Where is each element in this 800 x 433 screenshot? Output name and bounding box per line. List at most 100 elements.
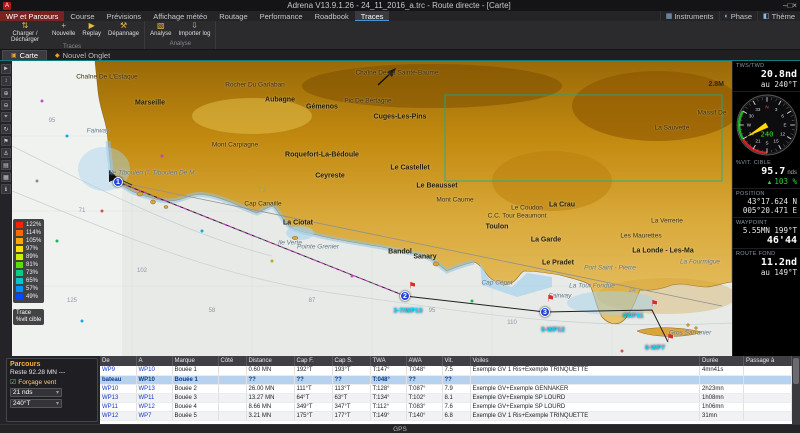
table-row[interactable]: WP13WP11Bouée 313.27 MN64°T63°TT:134°T:1… [100, 393, 792, 402]
column-header-voiles[interactable]: Voiles [470, 356, 700, 366]
table-cell [470, 375, 700, 384]
menu-button-instruments[interactable]: ▦Instruments [660, 11, 719, 21]
parcours-panel: Parcours Reste 92.28 MN --- ☑ Forçage ve… [6, 358, 98, 422]
ribbon-button-label: Replay [82, 31, 101, 37]
scale-entry-label: 105% [26, 238, 41, 244]
table-cell [744, 366, 792, 375]
ribbon-items: ⇅Charger / Décharger +Nouvelle ▶Replay ⚒Dép… [4, 22, 140, 44]
refresh-icon[interactable]: ↻ [1, 124, 11, 134]
doc-tab-nouvel-onglet[interactable]: ◆Nouvel Onglet [47, 50, 118, 60]
ribbon-button-replay[interactable]: ▶Replay [81, 22, 102, 37]
menu-button-th-me[interactable]: ◧Thème [757, 11, 800, 21]
ribbon-button-charger-d-charger[interactable]: ⇅Charger / Décharger [4, 22, 46, 44]
column-header-distance[interactable]: Distance [246, 356, 294, 366]
waypoint-marker[interactable]: 2 [400, 291, 410, 301]
document-tabs: ▣Carte◆Nouvel Onglet [2, 50, 118, 60]
ribbon-button-importer-log[interactable]: ⇩Importer log [177, 22, 211, 37]
table-row[interactable]: WP11WP12Bouée 48.66 MN349°T347°TT:112°T:… [100, 402, 792, 411]
table-row[interactable]: bateauWP10Bouée 1??????T:048°???? [100, 375, 792, 384]
column-header-cap-s[interactable]: Cap S. [332, 356, 370, 366]
table-cell [744, 402, 792, 411]
pan-icon[interactable]: ↕ [1, 76, 11, 86]
menu-button-phase[interactable]: ◐Phase [719, 11, 758, 21]
table-cell: ?? [332, 375, 370, 384]
table-cell: Bouée 1 [172, 375, 218, 384]
table-scrollbar[interactable] [792, 356, 800, 424]
zoom-out-icon[interactable]: ⊖ [1, 100, 11, 110]
column-header-a[interactable]: A [136, 356, 172, 366]
trace-color-scale: 122%114%105%97%89%81%73%65%57%49% [13, 219, 44, 303]
scale-entry-label: 73% [26, 270, 38, 276]
gps-status: GPS [393, 426, 407, 433]
table-cell: T:134° [370, 393, 406, 402]
doc-tab-carte[interactable]: ▣Carte [2, 50, 47, 60]
column-header-awa[interactable]: AWA [406, 356, 442, 366]
anchor-icon[interactable]: ⚓ [1, 148, 11, 158]
table-row[interactable]: WP12WP7Bouée 53.21 MN175°T177°TT:149°T:1… [100, 411, 792, 420]
ribbon-button-nouvelle[interactable]: +Nouvelle [51, 22, 76, 37]
ribbon-button-analyse[interactable]: ▧Analyse [149, 22, 172, 37]
scale-entry-label: 57% [26, 286, 38, 292]
ribbon-button-d-pannage[interactable]: ⚒Dépannage [107, 22, 140, 37]
target-speed-value: 95.7 [761, 166, 785, 177]
menu-tab-performance[interactable]: Performance [254, 11, 309, 21]
table-cell: WP10 [100, 384, 136, 393]
close-button[interactable]: × [792, 1, 797, 10]
table-row[interactable]: WP10WP13Bouée 226.00 MN111°T113°TT:128°T… [100, 384, 792, 393]
table-cell: T:112° [370, 402, 406, 411]
menu-tab-wp-et-parcours[interactable]: WP et Parcours [0, 11, 64, 21]
scale-entry-label: 65% [26, 278, 38, 284]
column-header-marque[interactable]: Marque [172, 356, 218, 366]
ribbon-group-label: Traces [4, 44, 140, 50]
wind-speed-input[interactable]: 21 nds ▾ [10, 388, 62, 397]
chart-area[interactable]: Chaîne De L'EstaqueMarseilleRocher Du Ga… [12, 61, 732, 356]
compass-heading-value: 240 [760, 129, 773, 138]
column-header-twa[interactable]: TWA [370, 356, 406, 366]
menu-tab-traces[interactable]: Traces [355, 11, 390, 21]
column-header-vit[interactable]: Vit. [442, 356, 470, 366]
table-cell: bateau [100, 375, 136, 384]
select-icon[interactable]: ► [1, 64, 11, 74]
table-cell: WP9 [100, 366, 136, 375]
menu-tab-affichage-m-t-o[interactable]: Affichage météo [147, 11, 213, 21]
position-longitude: 005°20.471 E [736, 206, 797, 215]
column-header-de[interactable]: De [100, 356, 136, 366]
column-header-passage[interactable]: Passage à [744, 356, 792, 366]
menu-button-label: Thème [772, 12, 795, 21]
layers-icon[interactable]: ▤ [1, 160, 11, 170]
checkbox-checked-icon: ☑ [10, 378, 16, 386]
wind-direction-input[interactable]: 240°T ▾ [10, 399, 62, 408]
center-boat-icon[interactable]: ⌖ [1, 112, 11, 122]
menu-tab-roadbook[interactable]: Roadbook [309, 11, 355, 21]
table-cell: Exemple GV+Exemple SP LOURD [470, 402, 700, 411]
waypoint-marker[interactable]: 1 [113, 177, 123, 187]
menu-tab-routage[interactable]: Routage [213, 11, 253, 21]
app-logo-icon: A [3, 2, 11, 10]
table-cell: Exemple GV+Exemple SP LOURD [470, 393, 700, 402]
table-row[interactable]: WP9WP10Bouée 10.60 MN192°T193°TT:147°T:0… [100, 366, 792, 375]
waypoint-icon[interactable]: ⚑ [1, 136, 11, 146]
chart-canvas[interactable] [12, 61, 732, 356]
ribbon-button-label: Importer log [178, 31, 210, 37]
table-cell: 192°T [294, 366, 332, 375]
table-cell [218, 393, 246, 402]
menu-tabs: WP et ParcoursCoursePrévisionsAffichage … [0, 11, 389, 21]
column-header-c-t[interactable]: Côté [218, 356, 246, 366]
column-header-cap-f[interactable]: Cap F. [294, 356, 332, 366]
table-cell: Exemple GV 1 Ris+Exemple TRINQUETTE [470, 411, 700, 420]
column-header-dur-e[interactable]: Durée [700, 356, 744, 366]
menu-tab-course[interactable]: Course [64, 11, 100, 21]
grid-icon[interactable]: ▦ [1, 172, 11, 182]
ribbon-group-traces: ⇅Charger / Décharger +Nouvelle ▶Replay ⚒Dép… [0, 21, 145, 49]
wind-direction-value: 240°T [13, 400, 30, 407]
scale-color-chip [16, 238, 23, 244]
table-cell: 3.21 MN [246, 411, 294, 420]
svg-text:30: 30 [748, 114, 754, 119]
scrollbar-thumb[interactable] [793, 358, 799, 384]
info-icon[interactable]: ℹ [1, 184, 11, 194]
scale-entry: 57% [16, 285, 41, 293]
menu-tab-pr-visions[interactable]: Prévisions [101, 11, 148, 21]
zoom-in-icon[interactable]: ⊕ [1, 88, 11, 98]
waypoint-marker[interactable]: 3 [540, 307, 550, 317]
forcage-vent-checkbox[interactable]: ☑ Forçage vent [10, 378, 94, 386]
